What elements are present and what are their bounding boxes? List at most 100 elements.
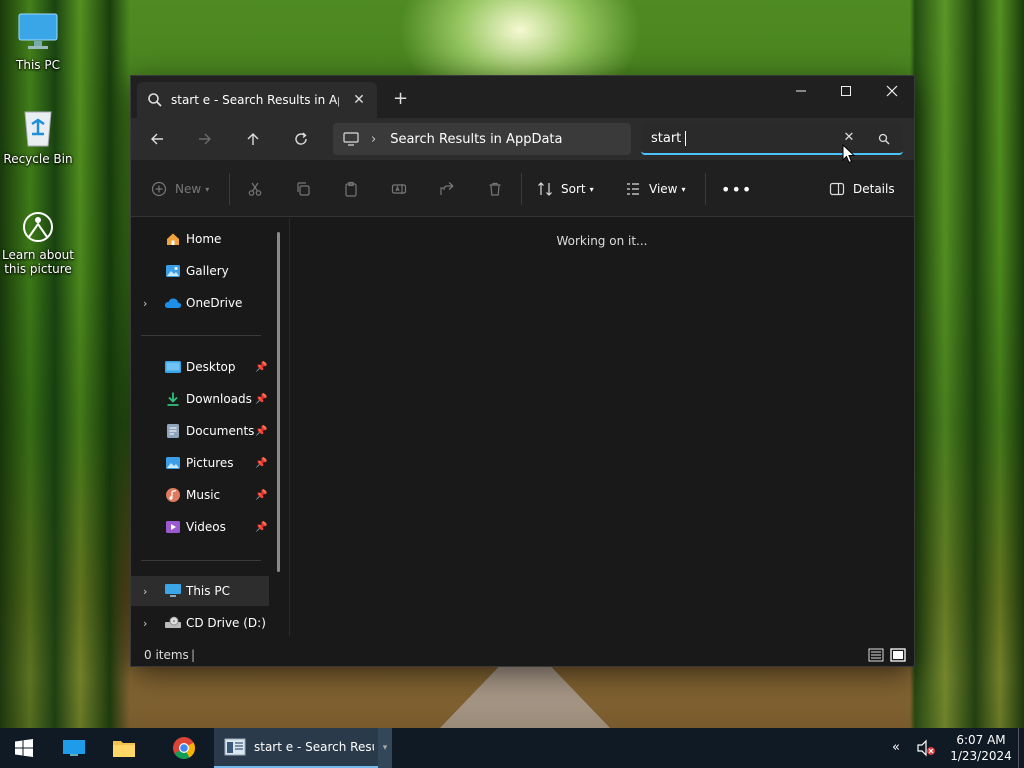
paste-button[interactable] <box>343 177 359 201</box>
back-button[interactable] <box>145 128 169 150</box>
sidebar-item-label: CD Drive (D:) <box>186 616 266 630</box>
desktop-icon-this-pc[interactable]: This PC <box>0 10 76 72</box>
plus-circle-icon <box>151 181 167 197</box>
address-box[interactable]: › Search Results in AppData <box>333 123 631 155</box>
pin-icon[interactable]: 📌 <box>255 490 267 501</box>
details-view-icon <box>868 648 884 662</box>
search-input[interactable]: start <box>651 131 681 146</box>
rename-button[interactable] <box>391 177 407 201</box>
new-button[interactable]: New ▾ <box>151 177 209 201</box>
show-desktop-button[interactable] <box>1018 728 1024 768</box>
pin-icon[interactable]: 📌 <box>255 362 267 373</box>
sidebar-divider <box>141 335 261 336</box>
maximize-icon <box>841 86 851 96</box>
tab-search-results[interactable]: start e - Search Results in AppData ✕ <box>137 82 377 118</box>
cut-button[interactable] <box>247 177 263 201</box>
navigation-pane: Home Gallery › OneDrive Desktop 📌 Downlo… <box>131 218 289 636</box>
arrow-right-icon <box>199 133 211 145</box>
taskbar-chrome-button[interactable] <box>160 728 208 768</box>
taskbar-active-window[interactable]: start e - Search Resul... ▾ <box>214 728 392 768</box>
title-bar: start e - Search Results in AppData ✕ + <box>131 76 914 118</box>
sidebar-item-music[interactable]: Music 📌 <box>131 480 269 510</box>
pin-icon[interactable]: 📌 <box>255 426 267 437</box>
show-hidden-icons-button[interactable]: « <box>892 740 900 755</box>
chevron-down-icon[interactable]: ▾ <box>378 728 392 768</box>
sort-button[interactable]: Sort ▾ <box>537 177 594 201</box>
folder-icon <box>113 741 135 757</box>
sort-button-label: Sort <box>561 182 586 196</box>
address-location[interactable]: Search Results in AppData <box>390 132 562 147</box>
taskbar: start e - Search Resul... ▾ « 6:07 AM 1/… <box>0 728 1024 768</box>
up-button[interactable] <box>241 128 265 150</box>
sidebar-item-cd-drive[interactable]: › CD Drive (D:) <box>131 608 269 638</box>
sidebar-item-pictures[interactable]: Pictures 📌 <box>131 448 269 478</box>
address-bar-row: › Search Results in AppData start ✕ <box>131 118 914 160</box>
download-icon <box>164 390 182 408</box>
sidebar-item-downloads[interactable]: Downloads 📌 <box>131 384 269 414</box>
refresh-button[interactable] <box>289 128 313 150</box>
new-tab-button[interactable]: + <box>393 88 408 109</box>
tab-close-button[interactable]: ✕ <box>351 92 367 108</box>
system-clock[interactable]: 6:07 AM 1/23/2024 <box>946 732 1016 764</box>
search-button[interactable] <box>873 129 895 149</box>
recycle-bin-icon <box>24 111 52 147</box>
details-button[interactable]: Details <box>829 177 895 201</box>
chevron-right-icon[interactable]: › <box>143 585 147 598</box>
refresh-icon <box>295 132 307 145</box>
mouse-cursor-icon <box>842 144 856 164</box>
sidebar-item-videos[interactable]: Videos 📌 <box>131 512 269 542</box>
delete-button[interactable] <box>487 177 503 201</box>
sidebar-scrollbar[interactable] <box>277 232 280 572</box>
details-button-label: Details <box>853 182 895 196</box>
loading-message: Working on it... <box>556 234 648 248</box>
cloud-icon <box>164 294 182 312</box>
chevron-down-icon: ▾ <box>589 184 594 194</box>
search-box[interactable]: start ✕ <box>641 123 903 155</box>
status-bar: 0 items | <box>131 644 914 666</box>
more-options-button[interactable]: ••• <box>721 177 752 201</box>
share-button[interactable] <box>439 177 455 201</box>
toolbar-separator <box>229 173 230 205</box>
file-list-area[interactable]: Working on it... <box>290 218 914 636</box>
sidebar-item-onedrive[interactable]: › OneDrive <box>131 288 269 318</box>
video-icon <box>164 518 182 536</box>
chevron-right-icon[interactable]: › <box>143 617 147 630</box>
sidebar-divider <box>141 560 261 561</box>
minimize-icon <box>796 90 806 92</box>
chevron-right-icon[interactable]: › <box>143 297 147 310</box>
clipboard-icon <box>345 181 357 197</box>
volume-muted-icon[interactable] <box>916 739 936 757</box>
rename-icon <box>391 184 407 194</box>
toolbar-separator <box>521 173 522 205</box>
large-icons-view-toggle[interactable] <box>889 647 907 663</box>
minimize-button[interactable] <box>778 76 824 106</box>
sidebar-item-home[interactable]: Home <box>131 224 269 254</box>
taskbar-file-explorer-button[interactable] <box>100 728 148 768</box>
sidebar-item-desktop[interactable]: Desktop 📌 <box>131 352 269 382</box>
chevron-right-icon[interactable]: › <box>371 132 376 147</box>
forward-button[interactable] <box>193 128 217 150</box>
new-button-label: New <box>175 182 202 196</box>
chrome-icon <box>173 737 195 759</box>
view-button[interactable]: View ▾ <box>625 177 686 201</box>
sidebar-item-label: Videos <box>186 520 226 534</box>
desktop-icon-label: Recycle Bin <box>3 152 73 166</box>
sidebar-item-gallery[interactable]: Gallery <box>131 256 269 286</box>
maximize-button[interactable] <box>823 76 869 106</box>
sidebar-item-label: Music <box>186 488 221 502</box>
desktop-icon-label: Learn about this picture <box>2 248 74 276</box>
details-view-toggle[interactable] <box>867 647 885 663</box>
pin-icon[interactable]: 📌 <box>255 458 267 469</box>
copy-button[interactable] <box>295 177 311 201</box>
pin-icon[interactable]: 📌 <box>255 522 267 533</box>
pin-icon[interactable]: 📌 <box>255 394 267 405</box>
desktop-icon-recycle-bin[interactable]: Recycle Bin <box>0 104 76 166</box>
share-icon <box>440 182 454 195</box>
sidebar-item-this-pc[interactable]: › This PC <box>131 576 269 606</box>
copy-icon <box>297 182 310 196</box>
close-button[interactable] <box>869 76 915 106</box>
sidebar-item-documents[interactable]: Documents 📌 <box>131 416 269 446</box>
start-button[interactable] <box>0 728 48 768</box>
taskbar-desktop-button[interactable] <box>50 728 98 768</box>
desktop-icon-learn-about-picture[interactable]: Learn about this picture <box>0 210 76 276</box>
